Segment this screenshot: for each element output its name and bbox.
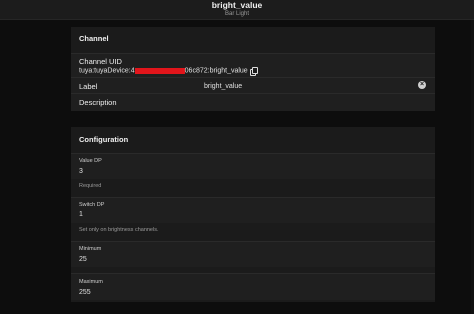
clear-icon[interactable]: ×: [418, 81, 426, 89]
description-field[interactable]: Description: [71, 93, 435, 111]
switch-dp-field[interactable]: Switch DP 1: [71, 197, 435, 223]
minimum-label: Minimum: [79, 246, 102, 252]
configuration-section-title: Configuration: [79, 135, 129, 144]
value-dp-field[interactable]: Value DP 3: [71, 153, 435, 179]
channel-uid-suffix: 06c872:bright_value: [184, 67, 248, 75]
label-field-label: Label: [79, 82, 98, 91]
maximum-input[interactable]: 255: [79, 289, 91, 296]
channel-uid-value[interactable]: tuya:tuyaDevice:4 06c872:bright_value: [79, 67, 258, 76]
redaction-mark: [134, 67, 185, 74]
value-dp-input[interactable]: 3: [79, 168, 83, 175]
maximum-label: Maximum: [79, 279, 103, 285]
value-dp-hint: Required: [79, 183, 102, 189]
copy-icon[interactable]: [249, 67, 258, 76]
channel-uid-label: Channel UID: [79, 57, 122, 66]
switch-dp-hint: Set only on brightness channels.: [79, 227, 159, 233]
value-dp-label: Value DP: [79, 158, 102, 164]
description-field-label: Description: [79, 98, 117, 107]
minimum-input[interactable]: 25: [79, 256, 87, 263]
switch-dp-label: Switch DP: [79, 202, 105, 208]
minimum-field[interactable]: Minimum 25: [71, 241, 435, 267]
channel-uid-prefix: tuya:tuyaDevice:4: [79, 67, 135, 75]
page-title: bright_value: [211, 0, 263, 10]
label-field[interactable]: Label bright_value ×: [71, 77, 435, 93]
label-field-value[interactable]: bright_value: [204, 83, 242, 90]
channel-uid-row: Channel UID tuya:tuyaDevice:4 06c872:brig…: [71, 53, 435, 77]
header-bar: bright_value Bar Light: [0, 0, 474, 20]
channel-section-title: Channel: [79, 34, 109, 43]
maximum-field[interactable]: Maximum 255: [71, 273, 435, 300]
switch-dp-input[interactable]: 1: [79, 211, 83, 218]
page-subtitle: Bar Light: [224, 11, 249, 17]
